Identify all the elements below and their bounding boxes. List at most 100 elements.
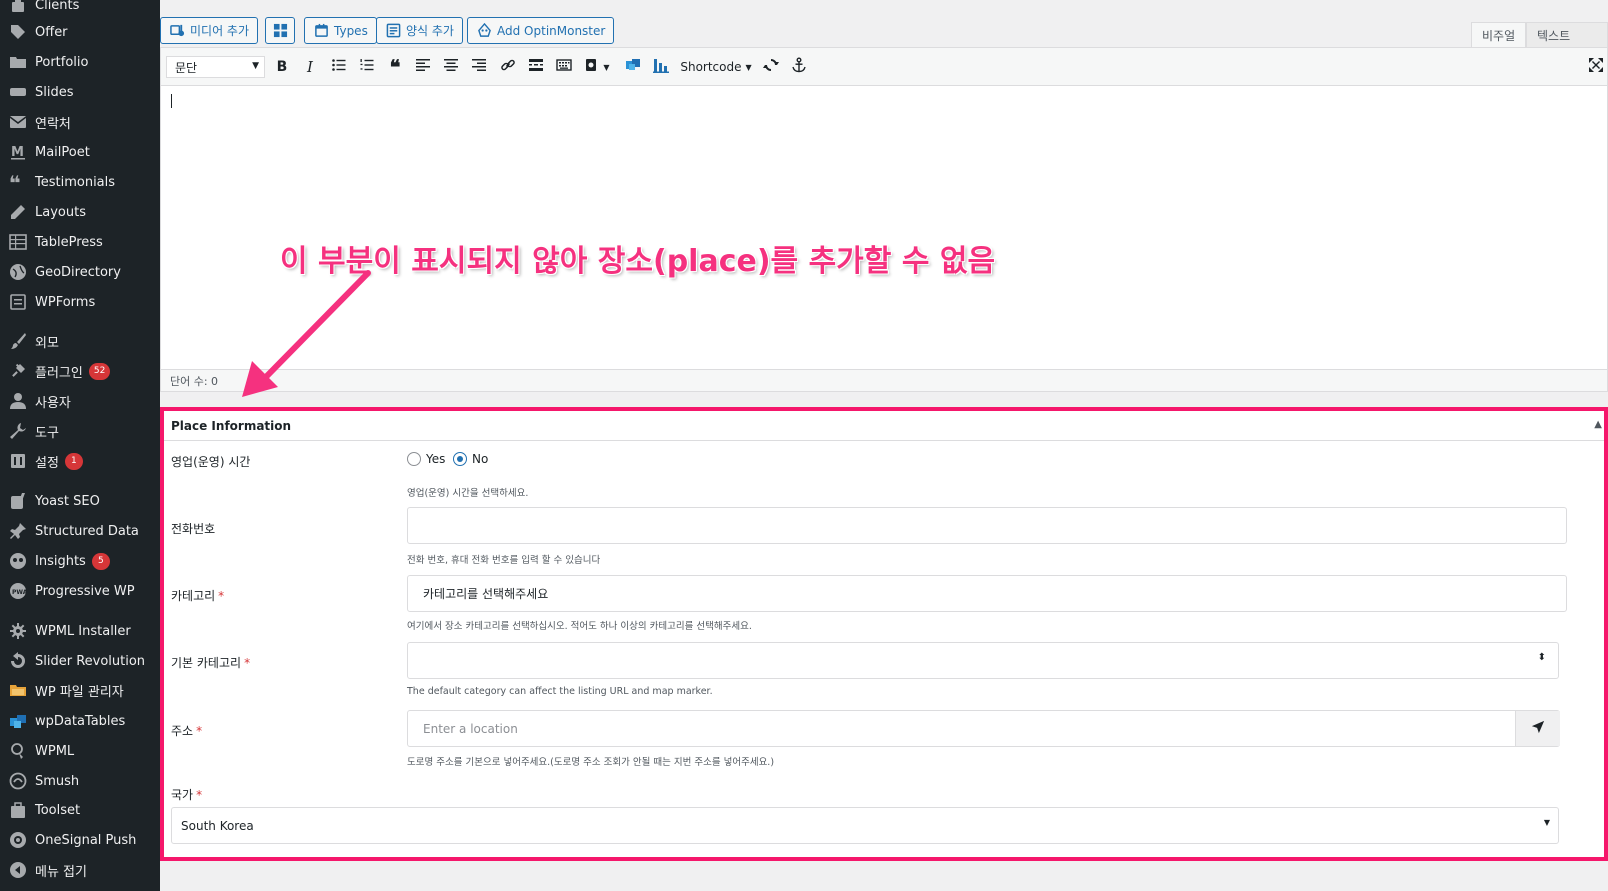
align-right-button[interactable] [469,57,489,77]
tag-icon [8,22,28,42]
format-select[interactable]: 문단 ▼ [166,56,265,78]
sidebar-item[interactable]: 플러그인 52 [0,358,160,384]
add-form-button[interactable]: 양식 추가 [376,17,463,44]
numbered-list-button[interactable] [357,57,377,77]
sidebar-item[interactable]: Yoast SEO [0,488,160,514]
optinmonster-label: Add OptinMonster [497,23,606,38]
sidebar-item[interactable]: Portfolio [0,49,160,75]
layout-grid-button[interactable] [265,17,295,44]
country-select[interactable]: South Korea ▼ [171,807,1559,844]
anchor-icon [791,57,807,77]
sidebar-item[interactable]: Offer [0,19,160,45]
sidebar-item[interactable]: WP 파일 관리자 [0,677,160,703]
place-information-title: Place Information [171,418,292,433]
hours-label: 영업(운영) 시간 [171,453,250,470]
default-category-select[interactable]: ⬍ [407,642,1559,679]
sidebar-item-label: GeoDirectory [35,264,121,280]
table-icon [8,232,28,252]
sidebar-item[interactable]: 메뉴 접기 [0,857,160,883]
anchor-button[interactable] [789,57,809,77]
default-category-label-text: 기본 카테고리 [171,656,242,670]
sidebar-item-label: Toolset [35,802,81,818]
smush-icon [8,771,28,791]
italic-button[interactable]: I [301,57,319,77]
sidebar-item[interactable]: GeoDirectory [0,259,160,285]
wpdatatables-insert-button[interactable] [622,57,644,77]
collapse-arrow-icon[interactable]: ▲ [1594,419,1602,430]
sync-icon [763,57,779,77]
wpml-icon [8,741,28,761]
sidebar-item[interactable]: WPML [0,738,160,764]
sidebar-item[interactable]: Layouts [0,199,160,225]
place-information-header[interactable]: Place Information ▲ [164,411,1604,441]
sidebar-item[interactable]: Insights 5 [0,548,160,574]
sidebar-item[interactable]: Slides [0,79,160,105]
sidebar-item[interactable]: 사용자 [0,388,160,414]
required-marker: * [218,589,225,603]
shortcode-dropdown[interactable]: Shortcode ▼ [680,57,751,77]
radio-unchecked-icon [407,452,421,466]
sidebar-item[interactable]: 도구 [0,418,160,444]
align-left-button[interactable] [413,57,433,77]
pin-icon [8,521,28,541]
sidebar-item[interactable]: Smush [0,768,160,794]
address-placeholder: Enter a location [423,721,518,736]
sidebar-item[interactable]: OneSignal Push [0,827,160,853]
insert-dropdown-button[interactable]: ▼ [582,57,612,77]
sidebar-item-label: 메뉴 접기 [35,864,87,880]
sidebar-item[interactable]: 설정 1 [0,448,160,474]
tab-visual[interactable]: 비주얼 [1471,22,1527,47]
sidebar-item-label: Layouts [35,204,86,220]
category-select[interactable]: 카테고리를 선택해주세요 [407,575,1567,612]
address-description: 도로명 주소를 기본으로 넣어주세요.(도로명 주소 조회가 안될 때는 지번 … [407,757,775,768]
locate-button[interactable] [1515,711,1560,746]
globe-icon [8,262,28,282]
sidebar-item[interactable]: 외모 [0,328,160,354]
chart-insert-button[interactable] [650,57,672,77]
sidebar-item[interactable]: ❝ Testimonials [0,169,160,195]
form-icon [385,23,401,39]
radio-checked-icon [453,452,467,466]
sidebar-item[interactable]: wpDataTables [0,708,160,734]
link-button[interactable] [498,57,518,77]
align-right-icon [471,57,487,77]
bullet-list-button[interactable] [329,57,349,77]
sync-button[interactable] [761,57,781,77]
sidebar-item[interactable]: WPForms [0,289,160,315]
fullscreen-button[interactable] [1586,57,1606,77]
svg-text:❝: ❝ [9,173,21,191]
read-more-button[interactable] [526,57,546,77]
phone-input[interactable] [407,507,1567,544]
address-input[interactable]: Enter a location [407,710,1560,747]
category-placeholder: 카테고리를 선택해주세요 [423,587,549,601]
quote-icon: ❝ [389,55,401,79]
hours-no-radio[interactable]: No [453,452,488,466]
sidebar-item[interactable]: Clients [0,0,160,18]
pwa-icon: PWA [8,581,28,601]
sidebar-item-label: 플러그인 [35,365,83,381]
add-optinmonster-button[interactable]: Add OptinMonster [467,17,615,44]
blockquote-button[interactable]: ❝ [385,55,405,79]
sidebar-item-label: Offer [35,24,68,40]
calendar-icon [313,23,329,39]
sidebar-item[interactable]: M MailPoet [0,139,160,165]
toolbar-toggle-button[interactable] [554,57,574,77]
mailpoet-icon: M [8,142,28,162]
plugin-icon [8,361,28,381]
editor-toolbar: 문단 ▼ B I ❝ ▼ Shortcode ▼ [161,48,1607,86]
sidebar-item[interactable]: Toolset [0,797,160,823]
italic-icon: I [307,58,313,76]
sidebar-item[interactable]: PWA Progressive WP [0,578,160,604]
hours-yes-radio[interactable]: Yes [407,452,445,466]
align-center-button[interactable] [441,57,461,77]
bold-button[interactable]: B [273,57,291,77]
sidebar-item[interactable]: TablePress [0,229,160,255]
sidebar-item-label: WPML Installer [35,623,131,639]
sidebar-item[interactable]: WPML Installer [0,618,160,644]
sidebar-item[interactable]: Slider Revolution [0,648,160,674]
sidebar-item[interactable]: Structured Data [0,518,160,544]
types-button[interactable]: Types [304,17,377,44]
sidebar-item[interactable]: 연락처 [0,109,160,135]
add-media-button[interactable]: 미디어 추가 [160,17,259,44]
tab-text[interactable]: 텍스트 [1526,22,1608,47]
